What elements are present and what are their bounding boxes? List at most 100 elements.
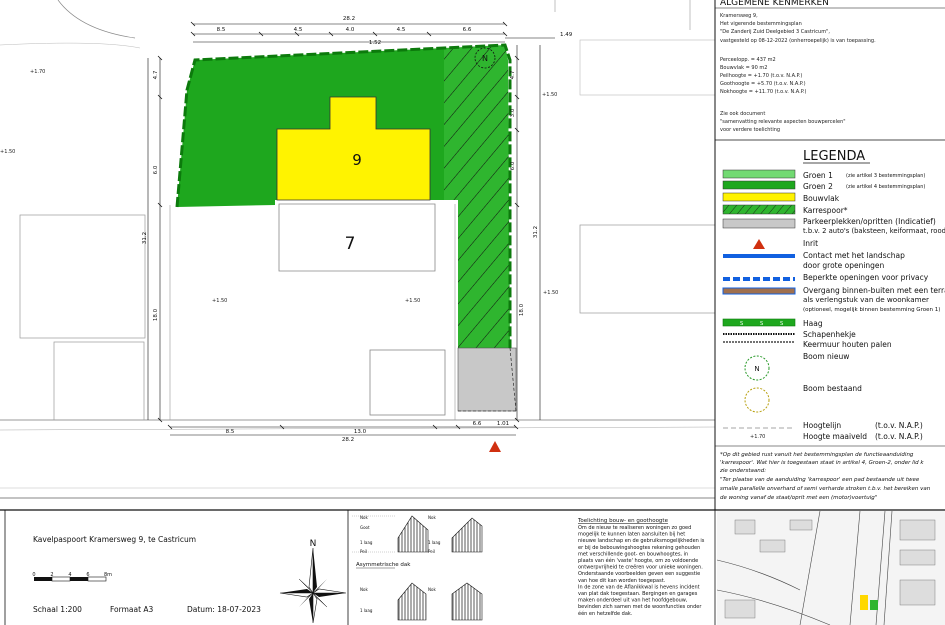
explanation-line: Onderstaande voorbeelden geven een sugge… [578,571,700,577]
neighbor-plot-7 [278,203,436,272]
road-edge [0,42,141,49]
roof-tag: Nok [428,587,436,592]
location-map [716,510,945,625]
legend-label: Keermuur houten palen [803,340,892,349]
roof-tag: Nok [360,587,368,592]
general-heading: ALGEMENE KENMERKEN [720,0,829,8]
haag-dot: S [780,321,783,327]
haag-dot: S [740,321,743,327]
explanation-line: ontwerpvrijheid te creëren voor unieke w… [578,565,703,571]
legend-label: Contact met het landschap [803,251,905,260]
explanation-line: nieuwe landschap en de gebruiksmogelijkh… [578,538,705,544]
explanation-heading: Toelichting bouw- en goothoogte [577,518,669,524]
dim-top: 8.5 [217,27,226,33]
dim-bottom: 8.5 [226,429,235,435]
general-stat: Goothoogte = +5.70 (t.o.v. N.A.P.) [720,81,806,87]
dim-bottom: 6.6 [473,421,482,427]
swatch-bouwvlak [722,192,796,202]
legend-label: Boom bestaand [803,384,862,393]
neighbor-number: 7 [345,234,356,254]
inrit-legend-icon [753,239,765,249]
see-also: "samenvatting relevante aspecten bouwper… [720,119,846,125]
swatch-karrespoor [722,204,796,215]
north-label: N [310,539,317,549]
neighbor-building [19,214,146,339]
explanation-line: Om de nieuw te realiseren woningen zo go… [578,525,691,531]
legend-label: Beperkte openingen voor privacy [803,273,929,282]
height-label: +1.50 [405,298,420,304]
dim-right: 4.7 [510,70,516,79]
tree-letter: N [482,54,488,63]
dim-bottom: 1.01 [497,421,509,427]
explanation-line: mogelijk te kunnen laten aansluiten bij … [578,532,685,538]
dim-left: 6.0 [153,165,159,174]
footnote-line: *Op dit gebied rust vanuit het bestemmin… [720,452,914,458]
legend-note: als verlengstuk van de woonkamer [803,295,929,304]
roof-tag: Peil [360,549,367,554]
dim-top-right: 1.49 [560,32,573,38]
legend-label: Schapenhekje [803,330,856,339]
sheet-title: Kavelpaspoort Kramersweg 9, te Castricum [33,535,196,544]
legend-title: LEGENDA [803,149,865,164]
dim-bottom: 13.0 [354,429,367,435]
general-stat: Peilhoogte = +1.70 (t.o.v. N.A.P.) [720,73,802,79]
explanation-line: één en hetzelfde dak. [578,610,633,617]
height-label: +1.50 [212,298,227,304]
general-line: Kramersweg 9, [720,13,758,19]
site-plan: 7 9 N +1.70 +1.50 +1.50 +1.50 +1.50 +1.5… [0,0,716,489]
explanation-line: In de zone van de Aflanikkwal is hevens … [578,584,700,590]
swatch-parking [722,218,796,229]
explanation-line: van hoe dit kan worden toegepast. [578,578,666,584]
explanation-line: met verschillende goot- en bouwhoogtes, … [578,551,688,557]
roof-tag: Nok [360,515,368,520]
swatch-groen-1 [722,169,796,179]
lot-number: 9 [352,151,362,169]
roof-tag: 1 laag [360,608,373,613]
legend-label: Haag [803,319,823,328]
explanation-line: er bij de bebouwingshoogtes rekening geh… [578,545,700,551]
explanation-line: plaats van één 'vaste' hoogte, om zo vol… [578,557,698,564]
dim-top: 4.5 [397,27,406,33]
inrit-icon [489,441,501,452]
kavelpaspoort-sheet: 7 9 N +1.70 +1.50 +1.50 +1.50 +1.50 +1.5… [0,0,945,625]
scale-bar [51,576,71,582]
dim-right: 3.0 [510,108,516,117]
legend-label: Parkeerplekken/opritten (Indicatief) [803,217,936,226]
scale-tick: 0 [32,572,35,578]
scale-tick: 8m [104,572,112,578]
explanation-line: maken onderdeel uit van het hoofdgebouw, [578,598,688,604]
swatch-haag [722,318,796,327]
legend-note: door grote openingen [803,261,885,270]
scale-bar [34,577,52,581]
legend-label: Bouwvlak [803,194,840,203]
dim-top-total: 28.2 [343,16,355,22]
legend-note: (t.o.v. N.A.P.) [875,421,923,430]
legend-note: (t.o.v. N.A.P.) [875,432,923,441]
legend-label: Overgang binnen-buiten met een terras [803,286,945,295]
dim-right: 6.0 [510,161,516,170]
general-line: "De Zanderij Zuid Deelgebied 3 Castricum… [720,29,830,35]
tree-letter: N [754,365,759,373]
footnote-line: "Ter plaatse van de aanduiding 'karrespo… [720,477,920,483]
explanation-text: Om de nieuw te realiseren woningen zo go… [578,525,705,617]
scale-tick: 4 [68,572,71,578]
see-also: voor verdere toelichting [720,127,780,133]
general-line: vastgesteld op 08-12-2022 (onherroepelij… [720,38,876,44]
legend-note: (zie artikel 4 bestemmingsplan) [846,184,925,190]
haag-dot: S [760,321,763,327]
dim-top: 4.0 [346,27,355,33]
scale-tick: 6 [86,572,89,578]
footnote-line: 'karrespoor'. Wat hier is toegestaan sta… [720,460,924,466]
legend-label: Karrespoor* [803,206,848,215]
height-label: +1.50 [0,149,15,155]
location-marker [860,595,868,610]
explanation-line: van plat dak toegestaan. Bergingen en ga… [578,591,698,597]
parking-area [457,347,517,412]
dim-right-total: 31.2 [533,226,539,238]
roof-tag: Nok [428,515,436,520]
karrespoor-area [444,45,510,348]
swatch-contact [723,254,795,258]
neighbor-building [53,341,145,421]
scale-tick: 2 [50,572,53,578]
general-line: Het vigerende bestemmingsplan [720,21,802,27]
